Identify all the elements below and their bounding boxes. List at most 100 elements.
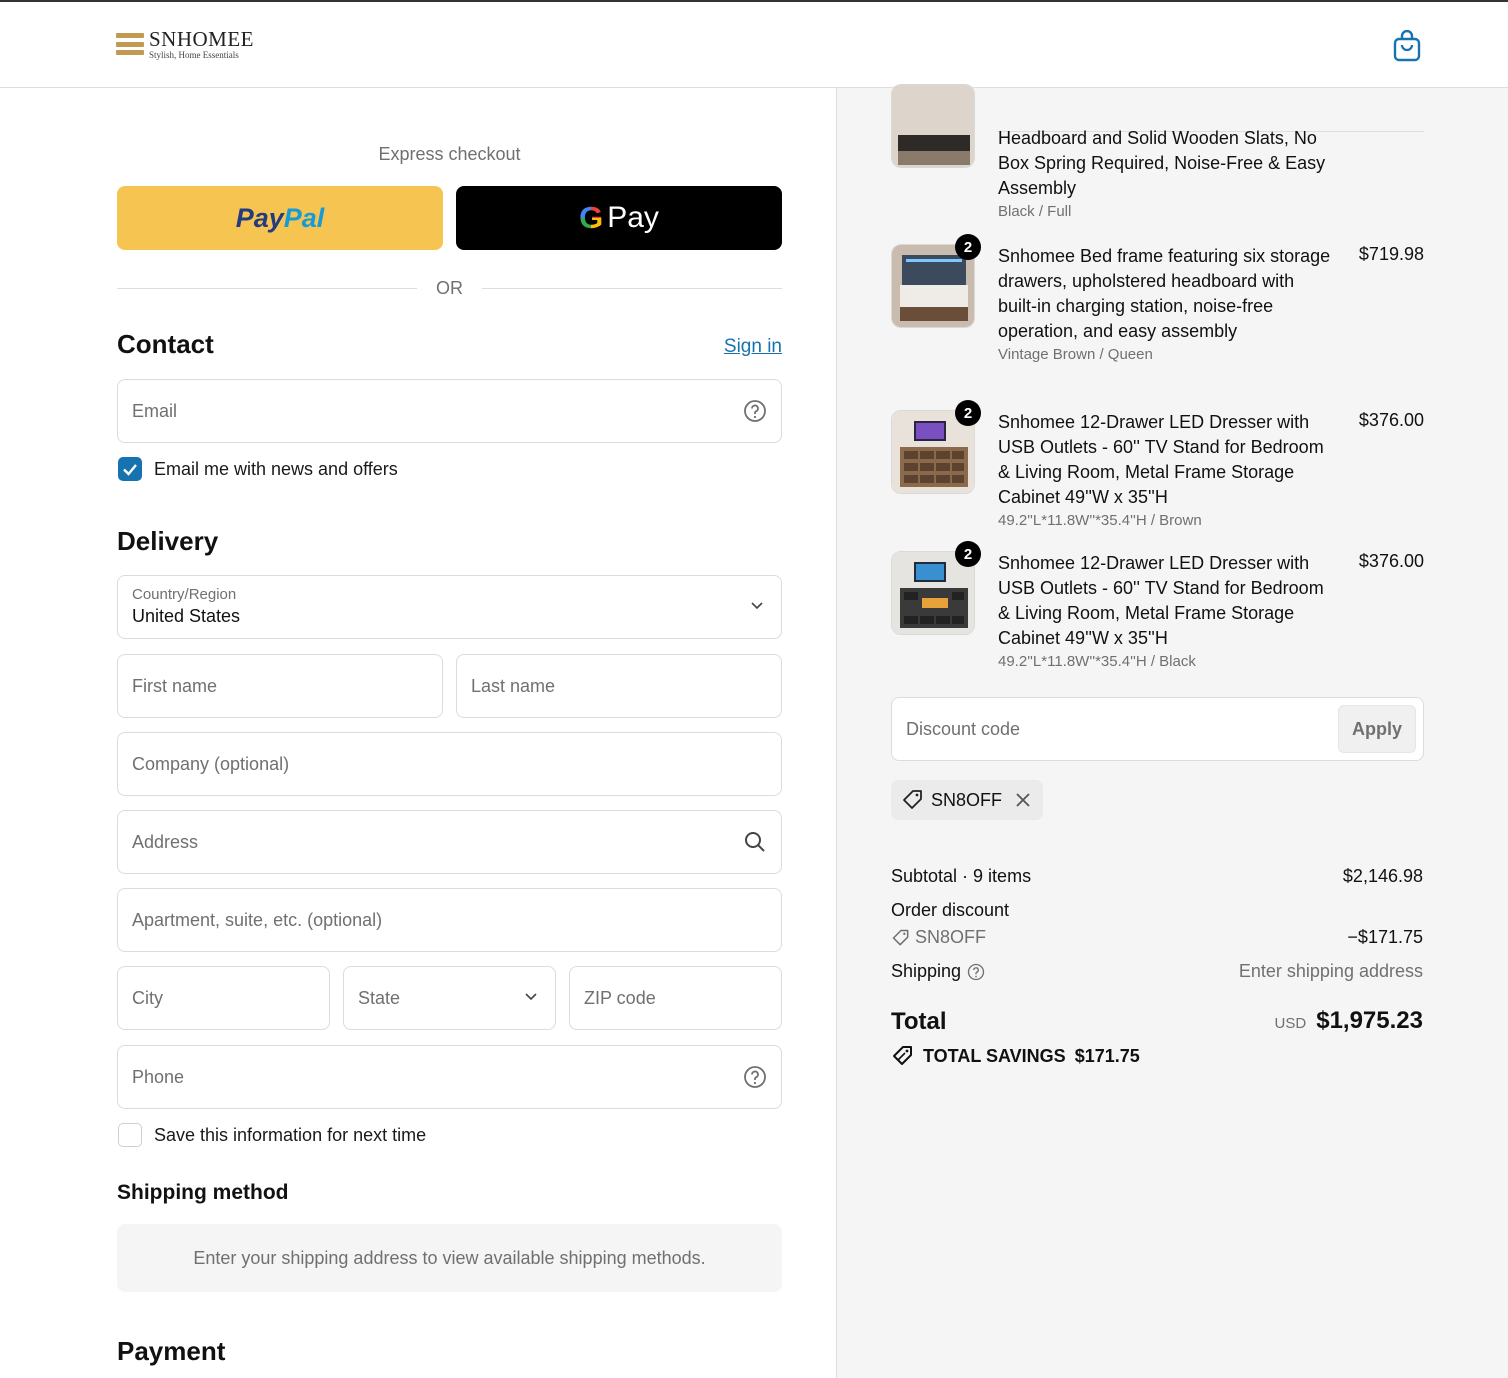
paypal-logo-part-a: Pay [235, 202, 284, 233]
quantity-badge: 2 [955, 234, 981, 260]
shopping-bag-icon[interactable] [1392, 30, 1422, 62]
state-placeholder: State [358, 987, 401, 1008]
order-summary-panel: Headboard and Solid Wooden Slats, No Box… [836, 84, 1508, 1378]
company-field[interactable]: Company (optional) [117, 732, 782, 796]
shipping-value: Enter shipping address [1238, 961, 1423, 981]
zip-field[interactable]: ZIP code [569, 966, 782, 1030]
savings-label: TOTAL SAVINGS [923, 1045, 1066, 1066]
item-price: $719.98 [1358, 244, 1424, 264]
chevron-down-icon [751, 602, 763, 610]
item-title: Snhomee 12-Drawer LED Dresser with USB O… [998, 553, 1324, 648]
currency-code: USD [1274, 1015, 1307, 1032]
google-pay-button[interactable]: G Pay [456, 186, 782, 250]
item-variant: Vintage Brown / Queen [998, 346, 1153, 363]
address-field[interactable]: Address [117, 810, 782, 874]
apartment-placeholder: Apartment, suite, etc. (optional) [132, 909, 383, 930]
sign-in-link[interactable]: Sign in [724, 336, 782, 358]
tag-icon [893, 1046, 912, 1065]
last-name-field[interactable]: Last name [456, 654, 782, 718]
state-select[interactable]: State [343, 966, 556, 1030]
brand-tagline: Stylish, Home Essentials [149, 50, 239, 60]
newsletter-checkbox[interactable] [118, 457, 142, 481]
checkout-form-panel: Express checkout Pay Pal G Pay OR Contact… [0, 88, 836, 1378]
item-variant: 49.2''L*11.8W''*35.4''H / Brown [998, 512, 1202, 529]
apartment-field[interactable]: Apartment, suite, etc. (optional) [117, 888, 782, 952]
shipping-method-notice: Enter your shipping address to view avai… [117, 1224, 782, 1292]
list-item: 2 Snhomee Bed frame featuring six storag… [891, 234, 1424, 384]
item-title: Snhomee 12-Drawer LED Dresser with USB O… [998, 412, 1324, 507]
applied-code-label: SN8OFF [931, 789, 1003, 810]
logo-mark-icon [116, 30, 144, 58]
bed-image-icon [892, 85, 974, 167]
paypal-logo-part-b: Pal [283, 202, 325, 233]
help-circle-icon[interactable] [743, 1065, 767, 1089]
contact-heading: Contact [117, 329, 214, 359]
checkmark-icon [123, 464, 137, 476]
shipping-label: Shipping [891, 961, 962, 981]
newsletter-label: Email me with news and offers [154, 459, 398, 479]
country-value: United States [132, 606, 241, 626]
total-label: Total [891, 1008, 947, 1035]
quantity-badge: 2 [955, 541, 981, 567]
phone-field[interactable]: Phone [117, 1045, 782, 1109]
google-g-icon: G [579, 200, 604, 235]
savings-value: $171.75 [1074, 1045, 1140, 1066]
order-discount-label: Order discount [891, 900, 1010, 920]
help-circle-icon[interactable] [743, 399, 767, 423]
subtotal-label: Subtotal · 9 items [891, 866, 1032, 886]
order-discount-code: SN8OFF [891, 927, 986, 948]
phone-placeholder: Phone [132, 1066, 185, 1087]
save-info-label: Save this information for next time [154, 1125, 427, 1145]
country-label: Country/Region [132, 586, 237, 603]
applied-code-chip: SN8OFF [891, 780, 1043, 820]
item-variant: 49.2''L*11.8W''*35.4''H / Black [998, 653, 1196, 670]
total-value: $1,975.23 [1316, 1007, 1423, 1034]
first-name-field[interactable]: First name [117, 654, 443, 718]
zip-placeholder: ZIP code [584, 987, 656, 1008]
address-placeholder: Address [132, 831, 199, 852]
or-label: OR [436, 278, 463, 298]
item-variant: Black / Full [998, 203, 1072, 220]
city-placeholder: City [132, 987, 163, 1008]
subtotal-value: $2,146.98 [1342, 866, 1423, 886]
express-checkout-title: Express checkout [378, 144, 521, 164]
email-placeholder: Email [132, 400, 178, 421]
list-item: Headboard and Solid Wooden Slats, No Box… [891, 84, 1424, 228]
list-item: 2 Snhomee 12-Drawer LED Dresser with USB… [891, 541, 1424, 671]
save-info-checkbox[interactable] [118, 1123, 142, 1147]
shipping-method-message: Enter your shipping address to view avai… [193, 1247, 706, 1268]
site-header: SNHOMEE Stylish, Home Essentials [0, 2, 1508, 88]
brand-logo[interactable]: SNHOMEE Stylish, Home Essentials [116, 28, 254, 60]
discount-code-placeholder: Discount code [906, 718, 1021, 739]
quantity-badge: 2 [955, 400, 981, 426]
country-select[interactable]: Country/Region United States [117, 575, 782, 639]
delivery-heading: Delivery [117, 526, 219, 556]
shipping-row: Shipping [891, 961, 985, 982]
tag-icon [892, 929, 909, 945]
order-discount-code-label: SN8OFF [915, 927, 987, 947]
item-title: Headboard and Solid Wooden Slats, No Box… [998, 128, 1326, 198]
discount-code-field[interactable]: Discount code Apply [891, 697, 1424, 761]
last-name-placeholder: Last name [471, 675, 556, 696]
payment-heading: Payment [117, 1336, 226, 1366]
city-field[interactable]: City [117, 966, 330, 1030]
company-placeholder: Company (optional) [132, 753, 290, 774]
or-divider: OR [117, 278, 782, 298]
total-savings-row: TOTAL SAVINGS $171.75 [891, 1044, 1140, 1068]
list-item: 2 Snhomee 12-Drawer LED Dresser with USB… [891, 400, 1424, 530]
search-icon [745, 832, 765, 852]
tag-icon [903, 790, 922, 809]
brand-name: SNHOMEE [149, 27, 255, 51]
product-thumbnail [891, 84, 975, 168]
google-pay-label: Pay [607, 201, 659, 234]
order-discount-value: −$171.75 [1347, 927, 1423, 947]
email-field[interactable]: Email [117, 379, 782, 443]
item-price: $376.00 [1358, 410, 1424, 430]
item-price: $376.00 [1358, 551, 1424, 571]
shipping-method-heading: Shipping method [117, 1181, 289, 1204]
paypal-button[interactable]: Pay Pal [117, 186, 443, 250]
close-icon[interactable] [1014, 791, 1032, 809]
apply-discount-button[interactable]: Apply [1338, 705, 1416, 753]
help-circle-icon[interactable] [967, 963, 985, 981]
chevron-down-icon [525, 993, 537, 1001]
